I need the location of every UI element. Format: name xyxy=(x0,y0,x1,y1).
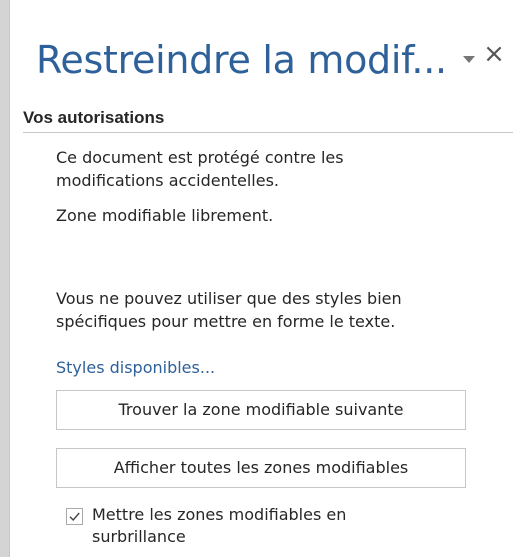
protection-text-line2: modifications accidentelles. xyxy=(56,171,279,190)
find-next-editable-zone-button[interactable]: Trouver la zone modifiable suivante xyxy=(56,390,466,430)
checkmark-icon xyxy=(69,512,80,522)
editable-zone-text: Zone modifiable librement. xyxy=(56,206,274,225)
pane-title: Restreindre la modif... xyxy=(36,38,447,82)
dropdown-arrow-icon[interactable] xyxy=(463,56,475,63)
highlight-zones-label[interactable]: Mettre les zones modifiables en surbrill… xyxy=(92,504,422,548)
available-styles-link[interactable]: Styles disponibles... xyxy=(56,357,215,379)
section-divider xyxy=(23,132,513,133)
protection-text-line1: Ce document est protégé contre les xyxy=(56,148,344,167)
pane-left-border xyxy=(0,0,10,557)
styles-text-line2: spécifiques pour mettre en forme le text… xyxy=(56,312,396,331)
restrict-editing-pane: Restreindre la modif... × Vos autorisati… xyxy=(10,0,525,557)
permissions-heading: Vos autorisations xyxy=(23,108,165,127)
styles-text-line1: Vous ne pouvez utiliser que des styles b… xyxy=(56,289,402,308)
close-icon[interactable]: × xyxy=(480,40,508,68)
show-all-editable-zones-button[interactable]: Afficher toutes les zones modifiables xyxy=(56,448,466,488)
highlight-zones-checkbox[interactable] xyxy=(66,508,83,525)
